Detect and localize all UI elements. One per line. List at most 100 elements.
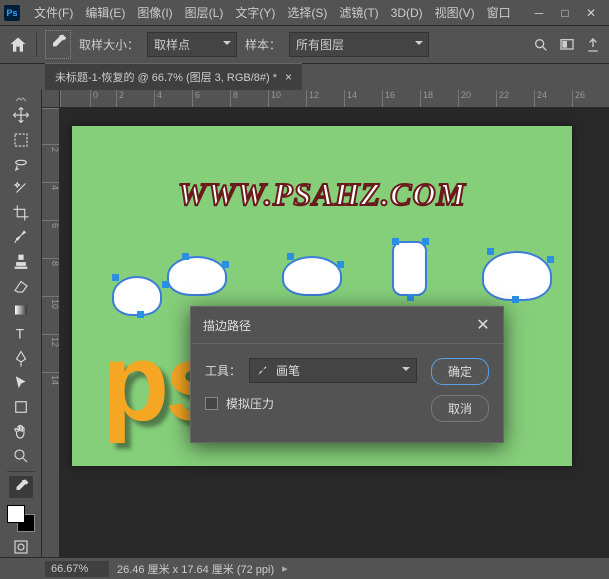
status-menu-icon[interactable]: ▸ (282, 562, 288, 575)
share-icon[interactable] (585, 37, 601, 53)
svg-text:T: T (15, 327, 23, 342)
panel-collapse-icon[interactable] (7, 94, 35, 103)
menu-file[interactable]: 文件(F) (28, 1, 79, 24)
ruler-tick: 22 (496, 90, 534, 108)
ruler-tick: 2 (42, 144, 60, 182)
ruler-tick: 0 (90, 90, 116, 108)
window-controls: ─ □ ✕ (531, 6, 605, 20)
ruler-tick: 26 (572, 90, 609, 108)
dialog-title: 描边路径 (203, 317, 251, 334)
type-tool[interactable]: T (9, 323, 33, 345)
main-area: T 0 2 4 6 8 10 12 14 16 18 20 22 (0, 90, 609, 557)
menu-view[interactable]: 视图(V) (429, 1, 481, 24)
menu-layer[interactable]: 图层(L) (179, 1, 230, 24)
ruler-tick: 10 (42, 296, 60, 334)
ruler-corner (42, 90, 60, 108)
simulate-pressure-checkbox[interactable] (205, 397, 218, 410)
dialog-close-icon[interactable]: ✕ (475, 315, 491, 335)
menu-edit[interactable]: 编辑(E) (79, 1, 131, 24)
workspace-icon[interactable] (559, 37, 575, 53)
watermark-text: WWW.PSAHZ.COM (72, 176, 572, 213)
ruler-tick: 16 (382, 90, 420, 108)
tools-panel: T (0, 90, 42, 557)
menu-select[interactable]: 选择(S) (281, 1, 333, 24)
quick-mask-toggle[interactable] (11, 538, 31, 557)
color-swatches[interactable] (7, 505, 35, 531)
crop-tool[interactable] (9, 202, 33, 224)
ruler-tick: 4 (154, 90, 192, 108)
ruler-tick: 24 (534, 90, 572, 108)
tool-divider (7, 471, 35, 472)
ok-button[interactable]: 确定 (431, 358, 489, 385)
dialog-titlebar[interactable]: 描边路径 ✕ (191, 307, 503, 344)
ruler-tick: 20 (458, 90, 496, 108)
sample-size-dropdown[interactable]: 取样点 (147, 32, 237, 57)
ps-logo-icon: Ps (4, 5, 20, 21)
menu-bar: Ps 文件(F) 编辑(E) 图像(I) 图层(L) 文字(Y) 选择(S) 滤… (0, 0, 609, 26)
ruler-tick (60, 90, 90, 108)
menu-window[interactable]: 窗口 (481, 1, 517, 24)
brush-icon (256, 364, 270, 378)
ruler-tick: 2 (116, 90, 154, 108)
sample-size-label: 取样大小： (79, 36, 139, 53)
tool-label: 工具： (205, 362, 241, 379)
ruler-vertical[interactable]: 2 4 6 8 10 12 14 (42, 108, 60, 557)
menu-filter[interactable]: 滤镜(T) (333, 1, 384, 24)
ruler-tick: 18 (420, 90, 458, 108)
document-tab-title: 未标题-1-恢复的 @ 66.7% (图层 3, RGB/8#) * (55, 69, 277, 85)
menu-image[interactable]: 图像(I) (131, 1, 178, 24)
canvas-area: 0 2 4 6 8 10 12 14 16 18 20 22 24 26 2 4… (42, 90, 609, 557)
cancel-button[interactable]: 取消 (431, 395, 489, 422)
dialog-body: 工具： 画笔 模拟压力 确定 取消 (191, 344, 503, 442)
shape-tool[interactable] (9, 396, 33, 418)
ruler-tick: 12 (42, 334, 60, 372)
minimize-button[interactable]: ─ (531, 6, 547, 20)
lasso-tool[interactable] (9, 153, 33, 175)
pen-tool[interactable] (9, 348, 33, 370)
zoom-tool[interactable] (9, 445, 33, 467)
ruler-tick: 8 (42, 258, 60, 296)
ruler-tick: 14 (344, 90, 382, 108)
sample-dropdown[interactable]: 所有图层 (289, 32, 429, 57)
foreground-color[interactable] (7, 505, 25, 523)
eraser-tool[interactable] (9, 275, 33, 297)
ruler-tick (42, 108, 60, 144)
zoom-field[interactable]: 66.67% (45, 561, 109, 577)
ruler-tick: 6 (192, 90, 230, 108)
close-button[interactable]: ✕ (583, 6, 599, 20)
move-tool[interactable] (9, 104, 33, 126)
divider (36, 33, 37, 57)
ruler-tick: 12 (306, 90, 344, 108)
document-tabs: 未标题-1-恢复的 @ 66.7% (图层 3, RGB/8#) * × (0, 64, 609, 90)
ruler-tick: 14 (42, 372, 60, 410)
status-bar: 66.67% 26.46 厘米 x 17.64 厘米 (72 ppi) ▸ (0, 557, 609, 579)
gradient-tool[interactable] (9, 299, 33, 321)
ruler-tick: 8 (230, 90, 268, 108)
eyedropper-tool[interactable] (9, 476, 33, 498)
menu-text[interactable]: 文字(Y) (229, 1, 281, 24)
stroke-path-dialog: 描边路径 ✕ 工具： 画笔 模拟压力 (190, 306, 504, 443)
ruler-tick: 6 (42, 220, 60, 258)
menu-3d[interactable]: 3D(D) (385, 3, 429, 23)
sample-label: 样本： (245, 36, 281, 53)
hand-tool[interactable] (9, 421, 33, 443)
maximize-button[interactable]: □ (557, 6, 573, 20)
home-icon[interactable] (8, 35, 28, 55)
magic-wand-tool[interactable] (9, 177, 33, 199)
tool-select-value: 画笔 (276, 362, 300, 379)
search-icon[interactable] (533, 37, 549, 53)
simulate-pressure-label: 模拟压力 (226, 395, 274, 412)
document-dimensions: 26.46 厘米 x 17.64 厘米 (72 ppi) (117, 561, 274, 577)
options-bar: 取样大小： 取样点 样本： 所有图层 (0, 26, 609, 64)
tool-preset-icon[interactable] (45, 30, 71, 59)
stamp-tool[interactable] (9, 250, 33, 272)
marquee-tool[interactable] (9, 129, 33, 151)
ruler-tick: 4 (42, 182, 60, 220)
tool-select[interactable]: 画笔 (249, 358, 417, 383)
document-tab[interactable]: 未标题-1-恢复的 @ 66.7% (图层 3, RGB/8#) * × (45, 63, 302, 90)
tab-close-icon[interactable]: × (285, 70, 292, 84)
brush-tool[interactable] (9, 226, 33, 248)
ruler-tick: 10 (268, 90, 306, 108)
ruler-horizontal[interactable]: 0 2 4 6 8 10 12 14 16 18 20 22 24 26 (60, 90, 609, 108)
path-select-tool[interactable] (9, 372, 33, 394)
